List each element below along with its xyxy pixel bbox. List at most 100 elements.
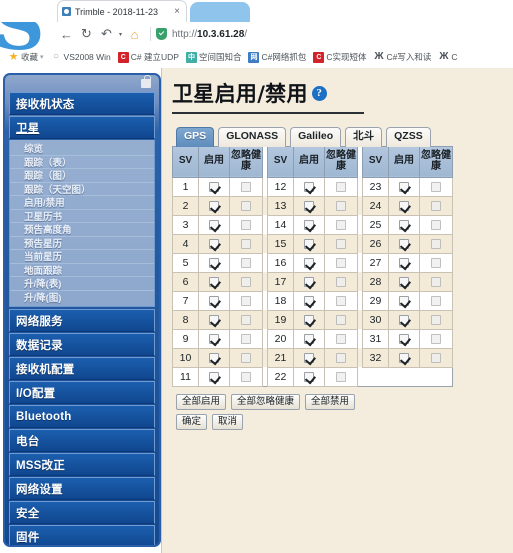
cell-enable[interactable]: [293, 233, 325, 254]
ignore-health-checkbox[interactable]: [336, 181, 346, 192]
cell-ignore-health[interactable]: [419, 176, 453, 197]
sidebar-item-firmware[interactable]: 固件: [9, 525, 155, 545]
cell-ignore-health[interactable]: [324, 195, 358, 216]
sidebar-subitem-enable-disable[interactable]: 启用/禁用: [10, 196, 154, 210]
cell-enable[interactable]: [293, 195, 325, 216]
cell-ignore-health[interactable]: [419, 195, 453, 216]
cell-ignore-health[interactable]: [229, 271, 263, 292]
sidebar-subitem-riseset-graph[interactable]: 升/降(图): [10, 291, 154, 304]
enable-checkbox[interactable]: [399, 276, 409, 287]
tab-beidou[interactable]: 北斗: [345, 127, 383, 147]
ignore-health-checkbox[interactable]: [241, 238, 251, 249]
cell-ignore-health[interactable]: [419, 214, 453, 235]
cell-enable[interactable]: [388, 214, 420, 235]
enable-checkbox[interactable]: [304, 238, 314, 249]
cell-ignore-health[interactable]: [419, 271, 453, 292]
tab-galileo[interactable]: Galileo: [290, 127, 342, 147]
cell-ignore-health[interactable]: [229, 290, 263, 311]
bookmark-item[interactable]: Ж C: [438, 52, 457, 63]
ignore-health-checkbox[interactable]: [336, 219, 346, 230]
enable-checkbox[interactable]: [209, 219, 219, 230]
ignore-health-checkbox[interactable]: [241, 352, 251, 363]
ignore-health-checkbox[interactable]: [241, 333, 251, 344]
bookmark-item[interactable]: C C实现短体: [313, 51, 367, 63]
sidebar-subitem-tracking-skyplot[interactable]: 跟踪（天空图）: [10, 183, 154, 196]
bookmark-item[interactable]: 中 空间国知合: [185, 51, 241, 63]
ignore-health-checkbox[interactable]: [431, 181, 441, 192]
sidebar-item-network-settings[interactable]: 网络设置: [9, 477, 155, 500]
ignore-health-checkbox[interactable]: [431, 333, 441, 344]
enable-checkbox[interactable]: [209, 333, 219, 344]
ignore-health-checkbox[interactable]: [336, 200, 346, 211]
ignore-health-checkbox[interactable]: [241, 257, 251, 268]
ignore-health-checkbox[interactable]: [431, 219, 441, 230]
enable-checkbox[interactable]: [209, 238, 219, 249]
sidebar-subitem-predicted-ephemeris[interactable]: 预告星历: [10, 237, 154, 250]
ignore-health-checkbox[interactable]: [241, 371, 251, 382]
cell-ignore-health[interactable]: [324, 252, 358, 273]
cell-ignore-health[interactable]: [229, 252, 263, 273]
cell-enable[interactable]: [293, 309, 325, 330]
ignore-health-checkbox[interactable]: [431, 314, 441, 325]
enable-checkbox[interactable]: [209, 352, 219, 363]
enable-checkbox[interactable]: [304, 352, 314, 363]
sidebar-item-satellite[interactable]: 卫星: [9, 116, 155, 139]
ignore-health-checkbox[interactable]: [241, 200, 251, 211]
ignore-health-checkbox[interactable]: [336, 295, 346, 306]
cell-enable[interactable]: [198, 176, 230, 197]
enable-checkbox[interactable]: [399, 219, 409, 230]
sidebar-item-receiver-status[interactable]: 接收机状态: [9, 92, 155, 115]
ignore-health-checkbox[interactable]: [241, 314, 251, 325]
ignore-health-checkbox[interactable]: [431, 352, 441, 363]
enable-checkbox[interactable]: [399, 352, 409, 363]
cell-enable[interactable]: [198, 347, 230, 368]
enable-checkbox[interactable]: [209, 295, 219, 306]
enable-checkbox[interactable]: [304, 181, 314, 192]
tab-glonass[interactable]: GLONASS: [218, 127, 287, 147]
ignore-health-checkbox[interactable]: [431, 276, 441, 287]
ignore-health-checkbox[interactable]: [241, 219, 251, 230]
cell-enable[interactable]: [198, 233, 230, 254]
enable-checkbox[interactable]: [304, 295, 314, 306]
reload-icon[interactable]: ↻: [77, 25, 96, 44]
cell-ignore-health[interactable]: [324, 366, 358, 387]
ok-button[interactable]: 确定: [176, 413, 208, 431]
cell-ignore-health[interactable]: [229, 233, 263, 254]
enable-checkbox[interactable]: [399, 181, 409, 192]
bookmark-item[interactable]: Ж C#写入和读: [374, 51, 431, 63]
enable-checkbox[interactable]: [399, 200, 409, 211]
ignore-health-checkbox[interactable]: [336, 333, 346, 344]
history-icon[interactable]: ↶: [97, 25, 116, 44]
ignore-health-checkbox[interactable]: [431, 238, 441, 249]
ignore-health-checkbox[interactable]: [336, 238, 346, 249]
cell-enable[interactable]: [293, 366, 325, 387]
sidebar-subitem-riseset-table[interactable]: 升/降(表): [10, 277, 154, 291]
cell-ignore-health[interactable]: [229, 347, 263, 368]
sidebar-subitem-almanac[interactable]: 卫星历书: [10, 210, 154, 223]
close-icon[interactable]: ×: [172, 6, 182, 17]
cell-enable[interactable]: [198, 252, 230, 273]
help-icon[interactable]: ?: [311, 85, 327, 101]
address-bar[interactable]: http://10.3.61.28/: [156, 24, 513, 44]
enable-checkbox[interactable]: [209, 371, 219, 382]
ignore-health-checkbox[interactable]: [241, 181, 251, 192]
ignore-health-checkbox[interactable]: [336, 257, 346, 268]
enable-checkbox[interactable]: [304, 200, 314, 211]
chevron-down-icon[interactable]: ▾: [117, 25, 124, 44]
cell-enable[interactable]: [198, 309, 230, 330]
enable-checkbox[interactable]: [304, 371, 314, 382]
enable-checkbox[interactable]: [399, 257, 409, 268]
cell-enable[interactable]: [198, 195, 230, 216]
bookmark-item[interactable]: C C# 建立UDP: [117, 51, 179, 63]
tab-qzss[interactable]: QZSS: [386, 127, 431, 147]
cell-enable[interactable]: [388, 195, 420, 216]
ignore-health-checkbox[interactable]: [431, 200, 441, 211]
cell-ignore-health[interactable]: [324, 347, 358, 368]
enable-checkbox[interactable]: [209, 181, 219, 192]
cell-enable[interactable]: [198, 290, 230, 311]
cell-ignore-health[interactable]: [324, 233, 358, 254]
sidebar-item-network-service[interactable]: 网络服务: [9, 309, 155, 332]
home-icon[interactable]: ⌂: [125, 25, 144, 44]
cell-ignore-health[interactable]: [324, 290, 358, 311]
cell-ignore-health[interactable]: [229, 195, 263, 216]
